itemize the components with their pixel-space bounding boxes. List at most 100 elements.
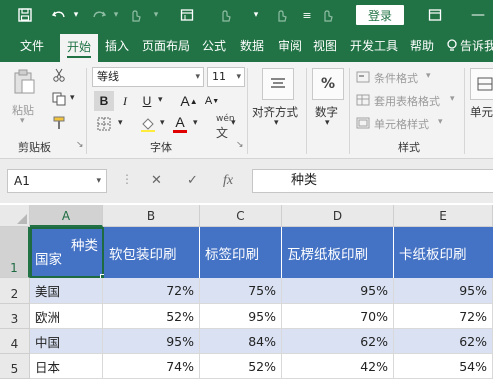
value-cell[interactable]: 95% xyxy=(103,329,200,354)
value-cell[interactable]: 54% xyxy=(394,354,493,379)
sort-icon[interactable] xyxy=(214,4,236,26)
value-cell[interactable]: 62% xyxy=(394,329,493,354)
value-cell[interactable]: 72% xyxy=(394,304,493,329)
column-header-d[interactable]: D xyxy=(282,205,394,227)
login-button[interactable]: 登录 xyxy=(356,5,404,25)
tab-developer[interactable]: 开发工具 xyxy=(345,30,403,62)
enter-icon[interactable]: ✓ xyxy=(187,173,198,188)
conditional-formatting-dropdown-icon[interactable]: ▾ xyxy=(426,71,431,81)
tab-home[interactable]: 开始 xyxy=(60,34,98,62)
phonetic-dropdown-icon[interactable]: ▾ xyxy=(231,118,236,128)
column-header-a[interactable]: A xyxy=(30,205,103,227)
tab-page-layout[interactable]: 页面布局 xyxy=(138,30,194,62)
value-cell[interactable]: 84% xyxy=(200,329,282,354)
tab-file[interactable]: 文件 xyxy=(14,30,50,62)
row-header-4[interactable]: 4 xyxy=(0,329,30,354)
tab-formulas[interactable]: 公式 xyxy=(198,30,230,62)
value-cell[interactable]: 72% xyxy=(103,278,200,304)
conditional-formatting-label[interactable]: 条件格式 xyxy=(374,70,418,86)
cancel-icon[interactable]: ✕ xyxy=(151,173,162,188)
value-cell[interactable]: 75% xyxy=(200,278,282,304)
copy-dropdown-icon[interactable]: ▾ xyxy=(70,93,75,103)
fill-color-dropdown-icon[interactable]: ▾ xyxy=(160,118,165,128)
cell-styles-icon[interactable] xyxy=(355,116,371,130)
copy-icon[interactable] xyxy=(50,90,68,108)
underline-button[interactable]: U xyxy=(138,91,156,111)
redo-icon[interactable] xyxy=(88,4,110,26)
font-launcher-icon[interactable]: ↘ xyxy=(236,140,244,150)
fill-color-icon[interactable] xyxy=(138,114,158,134)
borders-dropdown-icon[interactable]: ▾ xyxy=(118,118,123,128)
tab-insert[interactable]: 插入 xyxy=(100,30,134,62)
font-color-dropdown-icon[interactable]: ▾ xyxy=(193,118,198,128)
tab-data[interactable]: 数据 xyxy=(236,30,268,62)
tab-view[interactable]: 视图 xyxy=(309,30,341,62)
number-format-icon[interactable]: % xyxy=(312,68,344,100)
value-cell[interactable]: 74% xyxy=(103,354,200,379)
row-header-3[interactable]: 3 xyxy=(0,304,30,329)
font-size-dropdown-icon[interactable]: ▾ xyxy=(236,68,241,86)
format-as-table-icon[interactable] xyxy=(355,93,371,107)
ribbon-display-icon[interactable] xyxy=(424,4,446,26)
number-dropdown-icon[interactable]: ▾ xyxy=(325,118,330,128)
paste-icon[interactable] xyxy=(10,68,38,96)
minimize-icon[interactable]: — xyxy=(470,4,486,26)
save-icon[interactable] xyxy=(14,4,36,26)
value-cell[interactable]: 42% xyxy=(282,354,394,379)
value-cell[interactable]: 62% xyxy=(282,329,394,354)
quick-print-icon[interactable] xyxy=(176,4,198,26)
value-cell[interactable]: 95% xyxy=(282,278,394,304)
font-name-dropdown-icon[interactable]: ▾ xyxy=(195,68,200,86)
country-cell[interactable]: 美国 xyxy=(30,278,103,304)
value-cell[interactable]: 95% xyxy=(200,304,282,329)
country-cell[interactable]: 欧洲 xyxy=(30,304,103,329)
format-as-table-dropdown-icon[interactable]: ▾ xyxy=(450,94,455,104)
touch-dropdown-icon[interactable]: ▾ xyxy=(150,4,162,26)
tell-me-search[interactable]: 告诉我 xyxy=(460,30,493,62)
lightbulb-icon[interactable] xyxy=(444,30,460,62)
country-cell[interactable]: 中国 xyxy=(30,329,103,354)
font-color-button[interactable]: A xyxy=(170,112,190,134)
row-header-2[interactable]: 2 xyxy=(0,278,30,304)
customize-qat-icon[interactable]: ≡ xyxy=(300,4,314,26)
tab-review[interactable]: 审阅 xyxy=(274,30,306,62)
cell-styles-dropdown-icon[interactable]: ▾ xyxy=(438,117,443,127)
value-cell[interactable]: 52% xyxy=(200,354,282,379)
bold-button[interactable]: B xyxy=(94,91,114,111)
format-as-table-label[interactable]: 套用表格格式 xyxy=(374,93,440,109)
paste-dropdown-icon[interactable]: ▾ xyxy=(20,116,25,126)
country-cell[interactable]: 日本 xyxy=(30,354,103,379)
header-cell[interactable]: 标签印刷 xyxy=(200,227,282,278)
select-all-button[interactable] xyxy=(0,205,30,227)
filter-icon[interactable] xyxy=(270,4,292,26)
italic-button[interactable]: I xyxy=(116,91,134,111)
extra-touch-icon[interactable] xyxy=(316,4,338,26)
cell-styles-label[interactable]: 单元格样式 xyxy=(374,116,429,132)
column-header-c[interactable]: C xyxy=(200,205,282,227)
value-cell[interactable]: 70% xyxy=(282,304,394,329)
cells-icon[interactable] xyxy=(470,68,493,100)
tab-help[interactable]: 帮助 xyxy=(406,30,438,62)
shrink-font-button[interactable]: A ▼ xyxy=(203,91,221,111)
column-header-b[interactable]: B xyxy=(103,205,200,227)
cell-a1-selected[interactable]: 种类 国家 xyxy=(30,227,106,280)
clipboard-launcher-icon[interactable]: ↘ xyxy=(76,140,84,150)
font-size-box[interactable]: 11 ▾ xyxy=(207,67,245,87)
value-cell[interactable]: 52% xyxy=(103,304,200,329)
undo-icon[interactable] xyxy=(48,4,70,26)
insert-function-icon[interactable]: fx xyxy=(223,173,233,189)
undo-dropdown-icon[interactable]: ▾ xyxy=(70,4,82,26)
row-header-1[interactable]: 1 xyxy=(0,227,30,278)
row-header-5[interactable]: 5 xyxy=(0,354,30,379)
cut-icon[interactable] xyxy=(50,66,68,84)
column-header-e[interactable]: E xyxy=(394,205,493,227)
touch-mode-icon[interactable] xyxy=(124,4,146,26)
grow-font-button[interactable]: A ▲ xyxy=(180,91,198,111)
redo-dropdown-icon[interactable]: ▾ xyxy=(110,4,122,26)
formula-input[interactable]: 种类 xyxy=(252,169,493,193)
header-cell[interactable]: 卡纸板印刷 xyxy=(394,227,493,278)
font-name-box[interactable]: 等线 ▾ xyxy=(92,67,204,87)
format-painter-icon[interactable] xyxy=(50,114,68,132)
alignment-icon[interactable] xyxy=(262,68,294,100)
name-box-dropdown-icon[interactable]: ▾ xyxy=(96,170,101,192)
